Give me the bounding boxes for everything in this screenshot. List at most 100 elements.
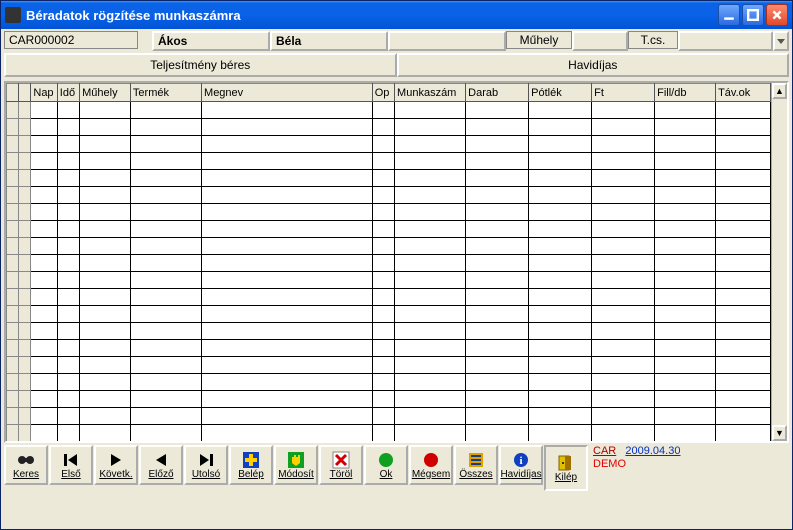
cell[interactable]	[372, 221, 394, 238]
cell[interactable]	[716, 323, 771, 340]
cell[interactable]	[57, 272, 79, 289]
cell[interactable]	[372, 153, 394, 170]
cell[interactable]	[130, 221, 201, 238]
cell[interactable]	[57, 357, 79, 374]
code-field[interactable]: CAR000002	[4, 31, 138, 49]
cell[interactable]	[80, 272, 131, 289]
row-header-cell[interactable]	[19, 204, 31, 221]
cell[interactable]	[395, 425, 466, 442]
cell[interactable]	[395, 255, 466, 272]
cell[interactable]	[395, 204, 466, 221]
cell[interactable]	[395, 170, 466, 187]
table-row[interactable]	[7, 255, 771, 272]
cell[interactable]	[80, 391, 131, 408]
elozo-button[interactable]: Előző	[139, 445, 183, 485]
cell[interactable]	[716, 187, 771, 204]
cell[interactable]	[130, 119, 201, 136]
cell[interactable]	[202, 153, 373, 170]
cell[interactable]	[716, 357, 771, 374]
utolso-button[interactable]: Utolsó	[184, 445, 228, 485]
cell[interactable]	[80, 221, 131, 238]
cell[interactable]	[395, 221, 466, 238]
row-header-cell[interactable]	[19, 272, 31, 289]
cell[interactable]	[655, 357, 716, 374]
cell[interactable]	[592, 289, 655, 306]
close-button[interactable]	[766, 4, 788, 26]
col-megnev[interactable]: Megnev	[202, 84, 373, 102]
cell[interactable]	[655, 119, 716, 136]
row-header-cell[interactable]	[7, 425, 19, 442]
row-header-cell[interactable]	[7, 289, 19, 306]
cell[interactable]	[372, 136, 394, 153]
cell[interactable]	[130, 102, 201, 119]
cell[interactable]	[31, 408, 57, 425]
cell[interactable]	[529, 204, 592, 221]
cell[interactable]	[372, 340, 394, 357]
cell[interactable]	[130, 391, 201, 408]
table-row[interactable]	[7, 136, 771, 153]
cell[interactable]	[372, 204, 394, 221]
cell[interactable]	[57, 187, 79, 204]
cell[interactable]	[80, 357, 131, 374]
row-header-cell[interactable]	[19, 102, 31, 119]
cell[interactable]	[202, 323, 373, 340]
cell[interactable]	[655, 289, 716, 306]
cell[interactable]	[716, 272, 771, 289]
kovetk-button[interactable]: Követk.	[94, 445, 138, 485]
cell[interactable]	[716, 391, 771, 408]
data-grid[interactable]: Nap Idő Műhely Termék Megnev Op Munkaszá…	[4, 81, 789, 443]
row-header-cell[interactable]	[7, 153, 19, 170]
footer-date[interactable]: 2009.04.30	[625, 445, 680, 457]
cell[interactable]	[395, 187, 466, 204]
cell[interactable]	[80, 255, 131, 272]
cell[interactable]	[57, 221, 79, 238]
cell[interactable]	[130, 425, 201, 442]
col-munkaszam[interactable]: Munkaszám	[395, 84, 466, 102]
row-header-cell[interactable]	[7, 306, 19, 323]
row-header-cell[interactable]	[7, 391, 19, 408]
cell[interactable]	[202, 289, 373, 306]
table-row[interactable]	[7, 204, 771, 221]
cell[interactable]	[202, 204, 373, 221]
cell[interactable]	[57, 391, 79, 408]
cell[interactable]	[57, 170, 79, 187]
cell[interactable]	[130, 306, 201, 323]
cell[interactable]	[655, 272, 716, 289]
cell[interactable]	[372, 391, 394, 408]
cell[interactable]	[202, 136, 373, 153]
cell[interactable]	[655, 374, 716, 391]
row-header-cell[interactable]	[19, 187, 31, 204]
row-header-cell[interactable]	[7, 374, 19, 391]
row-header-cell[interactable]	[7, 323, 19, 340]
cell[interactable]	[130, 340, 201, 357]
cell[interactable]	[31, 374, 57, 391]
table-row[interactable]	[7, 425, 771, 442]
cell[interactable]	[529, 238, 592, 255]
cell[interactable]	[466, 289, 529, 306]
kilep-button[interactable]: Kilép	[544, 445, 588, 491]
cell[interactable]	[592, 374, 655, 391]
cell[interactable]	[130, 204, 201, 221]
cell[interactable]	[80, 238, 131, 255]
dropdown-button[interactable]	[773, 31, 789, 51]
maximize-button[interactable]	[742, 4, 764, 26]
cell[interactable]	[80, 289, 131, 306]
cell[interactable]	[716, 340, 771, 357]
cell[interactable]	[31, 306, 57, 323]
row-header-cell[interactable]	[7, 136, 19, 153]
table-row[interactable]	[7, 187, 771, 204]
table-row[interactable]	[7, 391, 771, 408]
row-header-cell[interactable]	[7, 102, 19, 119]
cell[interactable]	[592, 102, 655, 119]
cell[interactable]	[592, 187, 655, 204]
cell[interactable]	[592, 425, 655, 442]
row-header-cell[interactable]	[19, 323, 31, 340]
cell[interactable]	[655, 323, 716, 340]
cell[interactable]	[395, 136, 466, 153]
row-header-cell[interactable]	[19, 306, 31, 323]
cell[interactable]	[57, 255, 79, 272]
cell[interactable]	[395, 272, 466, 289]
cell[interactable]	[395, 408, 466, 425]
cell[interactable]	[80, 408, 131, 425]
cell[interactable]	[592, 357, 655, 374]
